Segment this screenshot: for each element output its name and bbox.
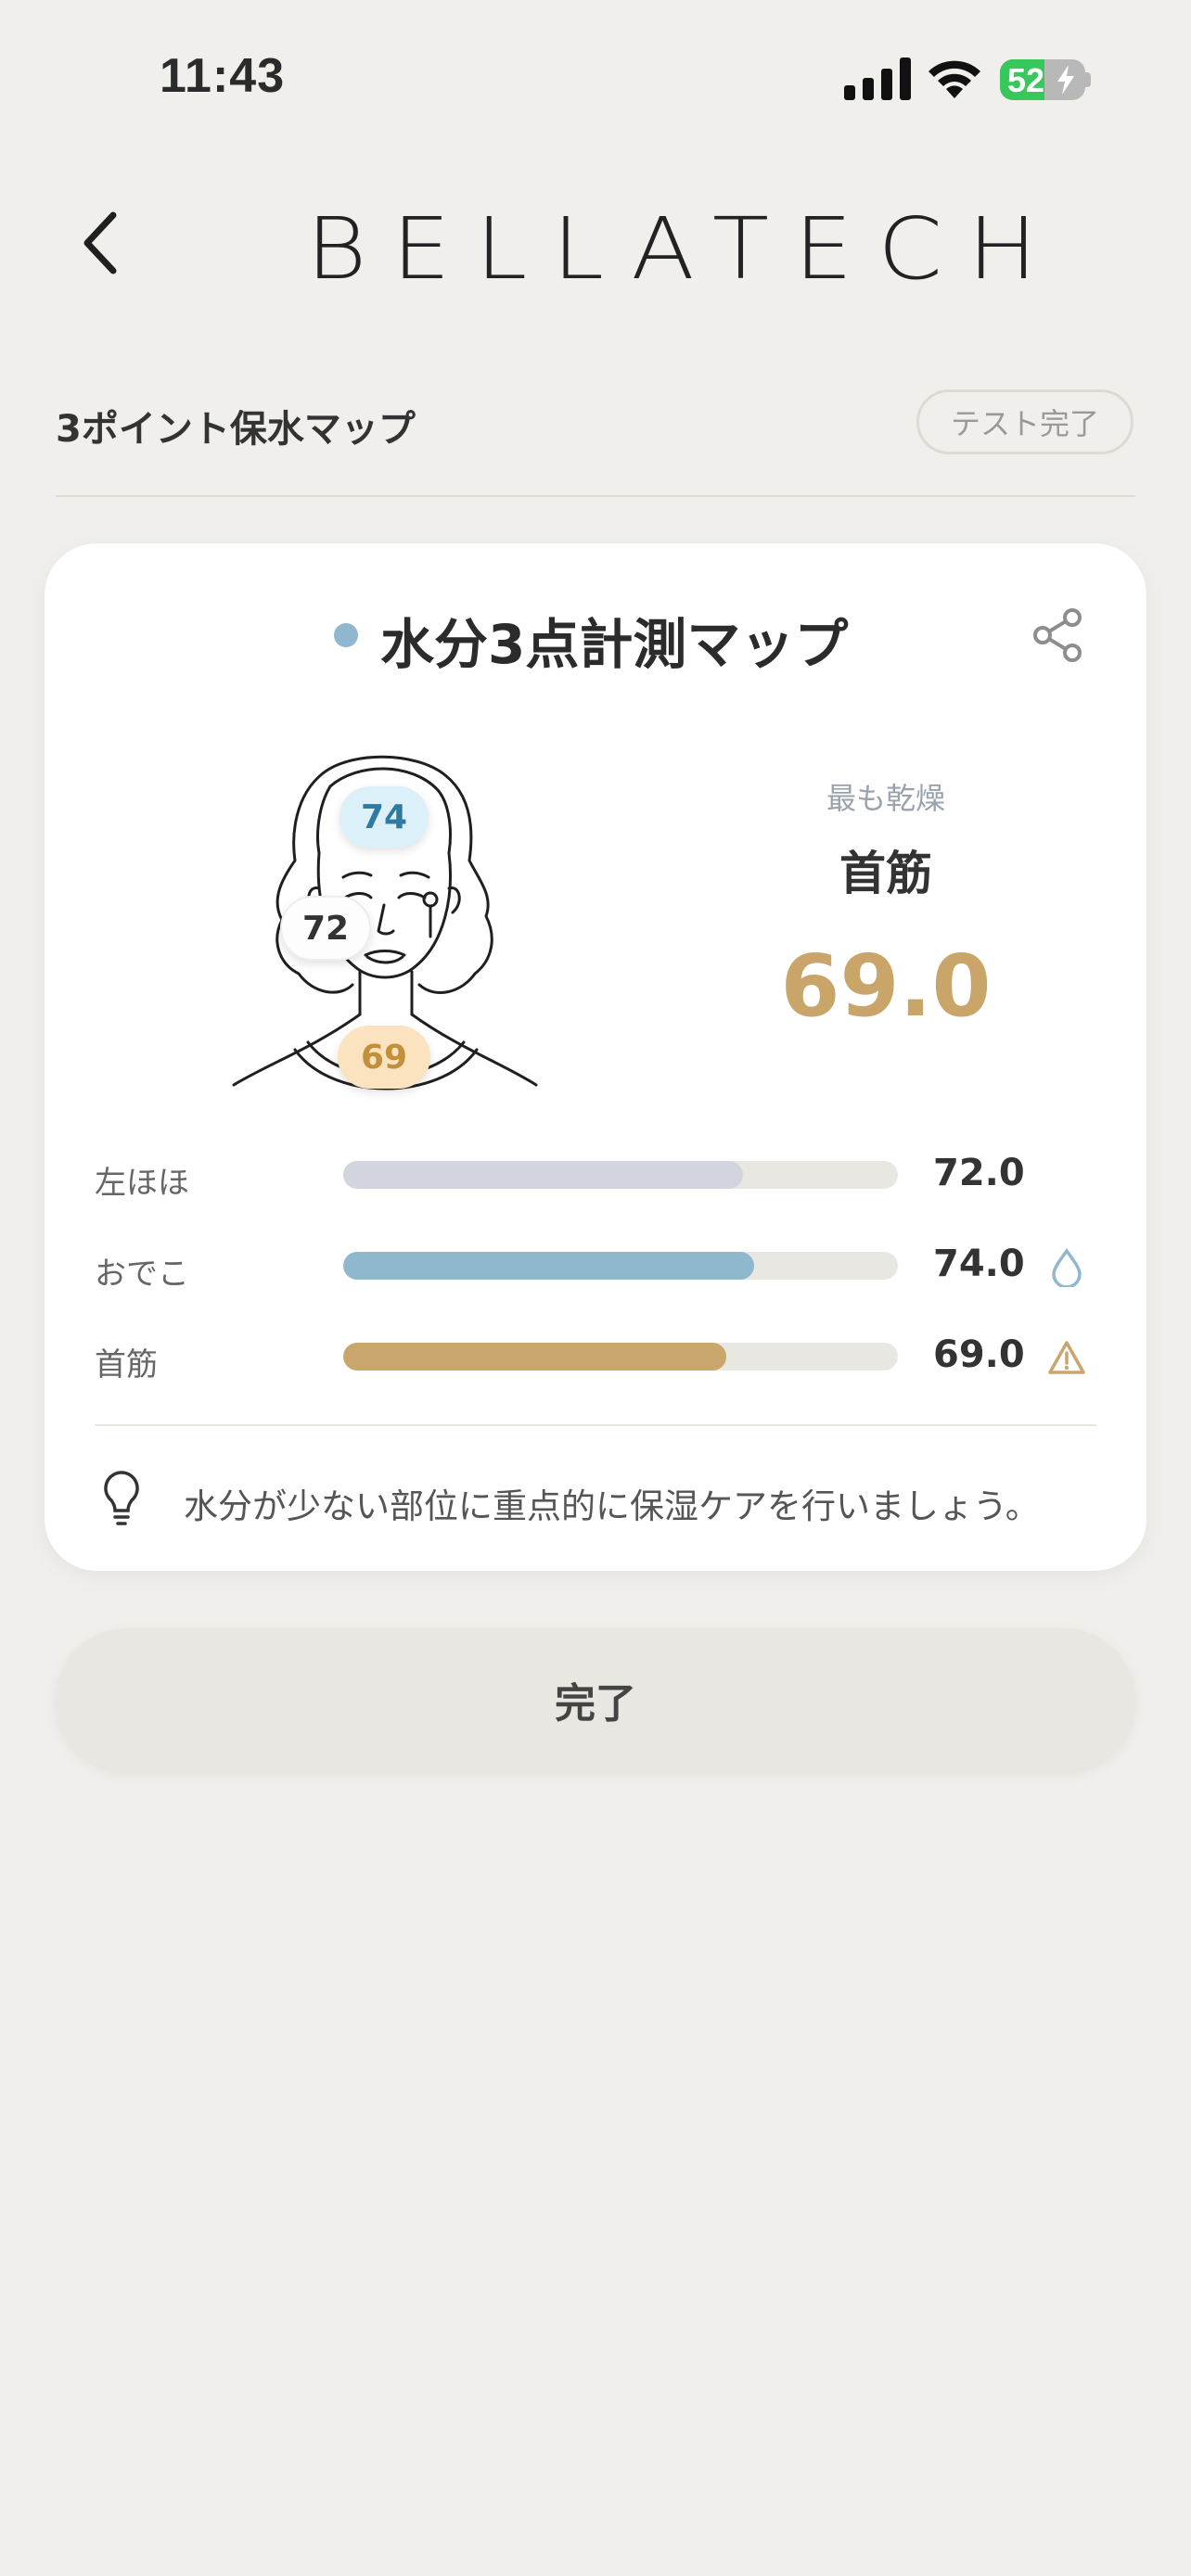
- row-track-forehead: [343, 1252, 898, 1280]
- care-tip: 水分が少ない部位に重点的に保湿ケアを行いましょう。: [184, 1486, 1040, 1526]
- wifi-icon: [928, 60, 980, 98]
- card-title: 水分3点計測マップ: [380, 613, 849, 676]
- row-value-forehead: 74.0: [933, 1243, 1025, 1285]
- driest-value: 69.0: [780, 937, 992, 1036]
- back-chevron-icon[interactable]: [74, 206, 130, 280]
- row-bar-forehead: [343, 1252, 754, 1280]
- water-drop-icon: [1052, 1248, 1082, 1287]
- section-divider: [56, 495, 1135, 497]
- driest-area: 首筋: [839, 847, 932, 900]
- lightbulb-icon: [104, 1471, 139, 1525]
- moisture-map-card: [45, 543, 1146, 1571]
- row-label-left-cheek: 左ほほ: [95, 1165, 189, 1202]
- section-title: 3ポイント保水マップ: [56, 408, 416, 451]
- battery-percent: 52: [1007, 61, 1045, 99]
- status-time: 11:43: [160, 49, 286, 103]
- done-button[interactable]: 完了: [56, 1628, 1135, 1771]
- row-value-neck: 69.0: [933, 1333, 1025, 1376]
- warning-icon: [1048, 1341, 1085, 1374]
- left-cheek-badge: 72: [280, 896, 371, 961]
- battery-tip: [1085, 72, 1091, 87]
- test-status-pill: テスト完了: [916, 389, 1133, 454]
- row-track-left-cheek: [343, 1161, 898, 1189]
- card-divider: [95, 1424, 1096, 1426]
- title-dot: [334, 623, 358, 647]
- neck-badge: 69: [338, 1026, 430, 1089]
- row-bar-neck: [343, 1343, 726, 1371]
- cellular-signal-icon: [844, 57, 911, 100]
- forehead-badge: 74: [339, 786, 429, 848]
- row-label-neck: 首筋: [95, 1346, 158, 1384]
- brand-logo: BELLATECH: [306, 198, 1063, 300]
- row-label-forehead: おでこ: [95, 1256, 189, 1293]
- row-track-neck: [343, 1343, 898, 1371]
- battery-indicator: 52: [1000, 59, 1085, 100]
- charging-bolt-icon: [1057, 65, 1074, 95]
- driest-label: 最も乾燥: [826, 781, 945, 816]
- row-bar-left-cheek: [343, 1161, 743, 1189]
- share-icon[interactable]: [1030, 606, 1087, 664]
- row-value-left-cheek: 72.0: [933, 1152, 1025, 1194]
